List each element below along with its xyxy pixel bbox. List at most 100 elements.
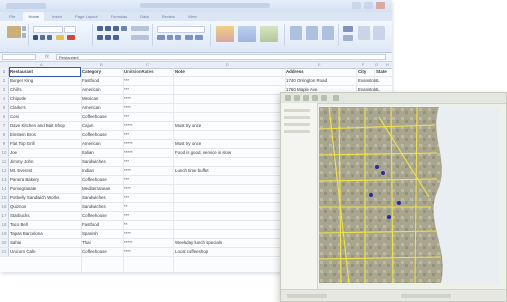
cell-note[interactable]: Weekday lunch specials bbox=[175, 239, 285, 247]
select-icon[interactable] bbox=[312, 95, 318, 101]
row-number[interactable]: 20 bbox=[0, 239, 9, 247]
cell-restaurant[interactable]: Flat Top Grill bbox=[10, 140, 80, 148]
cell-rating[interactable]: *** bbox=[124, 176, 172, 184]
fx-icon[interactable]: fx bbox=[45, 53, 49, 61]
percent-icon[interactable] bbox=[167, 35, 173, 40]
cell-category[interactable]: Mexican bbox=[82, 95, 122, 103]
cell-rating[interactable]: *** bbox=[124, 86, 172, 94]
quick-access-toolbar[interactable] bbox=[6, 3, 46, 9]
increase-decimal-icon[interactable] bbox=[185, 35, 193, 40]
map-pin[interactable] bbox=[397, 201, 401, 205]
header-cell-address[interactable]: Address bbox=[286, 68, 356, 76]
row-number[interactable]: 18 bbox=[0, 221, 9, 229]
cell-rating[interactable]: ***** bbox=[124, 149, 172, 157]
name-box[interactable] bbox=[2, 54, 36, 60]
cell-rating[interactable]: **** bbox=[124, 95, 172, 103]
cell-rating[interactable]: **** bbox=[124, 230, 172, 238]
cell-restaurant[interactable]: Sahai bbox=[10, 239, 80, 247]
cell-rating[interactable]: **** bbox=[124, 185, 172, 193]
tab-formulas[interactable]: Formulas bbox=[106, 12, 133, 21]
row-number[interactable]: 16 bbox=[0, 203, 9, 211]
cell-restaurant[interactable]: Panera Bakery bbox=[10, 176, 80, 184]
layer-item[interactable] bbox=[284, 116, 310, 119]
header-cell-note[interactable]: Note bbox=[175, 68, 285, 76]
cell-category[interactable]: Coffeehouse bbox=[82, 212, 122, 220]
bold-icon[interactable] bbox=[33, 35, 38, 40]
cell-category[interactable]: Coffeehouse bbox=[82, 176, 122, 184]
cell-category[interactable]: Mediterranean bbox=[82, 185, 122, 193]
cell-category[interactable]: Sandwiches bbox=[82, 158, 122, 166]
cell-state[interactable]: IL bbox=[376, 77, 392, 85]
tab-home[interactable]: Home bbox=[23, 12, 45, 21]
cell-restaurant[interactable]: Taco Bell bbox=[10, 221, 80, 229]
align-center-icon[interactable] bbox=[105, 35, 111, 40]
number-format-select[interactable] bbox=[157, 26, 205, 33]
cell-rating[interactable]: ** bbox=[124, 203, 172, 211]
row-number[interactable]: 8 bbox=[0, 131, 9, 139]
maximize-icon[interactable] bbox=[364, 2, 373, 9]
cell-note[interactable]: Must try once bbox=[175, 140, 285, 148]
header-cell-category[interactable]: Category bbox=[82, 68, 122, 76]
cell-rating[interactable]: *** bbox=[124, 194, 172, 202]
pan-icon[interactable] bbox=[303, 95, 309, 101]
cell-restaurant[interactable]: Starbucks bbox=[10, 212, 80, 220]
row-number[interactable]: 12 bbox=[0, 167, 9, 175]
row-number[interactable]: 1 bbox=[0, 68, 9, 76]
close-icon[interactable] bbox=[376, 2, 385, 9]
cell-rating[interactable]: ***** bbox=[124, 239, 172, 247]
cell-category[interactable]: American bbox=[82, 104, 122, 112]
layer-item[interactable] bbox=[284, 130, 310, 133]
row-number[interactable]: 3 bbox=[0, 86, 9, 94]
cell-rating[interactable]: *** bbox=[124, 131, 172, 139]
cell-restaurant[interactable]: Potbelly Sandwich Works bbox=[10, 194, 80, 202]
cell-rating[interactable]: **** bbox=[124, 167, 172, 175]
autosum-icon[interactable] bbox=[343, 26, 353, 32]
cell-restaurant[interactable]: Einstein Bros bbox=[10, 131, 80, 139]
tab-data[interactable]: Data bbox=[135, 12, 153, 21]
comma-icon[interactable] bbox=[175, 35, 181, 40]
decrease-decimal-icon[interactable] bbox=[195, 35, 203, 40]
conditional-formatting-icon[interactable] bbox=[216, 26, 234, 42]
measure-icon[interactable] bbox=[333, 95, 339, 101]
cell-rating[interactable]: **** bbox=[124, 104, 172, 112]
map-pin[interactable] bbox=[369, 193, 373, 197]
align-middle-icon[interactable] bbox=[105, 26, 111, 31]
font-color-icon[interactable] bbox=[67, 35, 75, 40]
row-number[interactable]: 14 bbox=[0, 185, 9, 193]
cell-category[interactable]: Coffeehouse bbox=[82, 248, 122, 256]
cell-category[interactable]: Sandwiches bbox=[82, 203, 122, 211]
orientation-icon[interactable] bbox=[121, 26, 127, 31]
row-number[interactable]: 11 bbox=[0, 158, 9, 166]
cell-restaurant[interactable]: Joe bbox=[10, 149, 80, 157]
cell-restaurant[interactable]: Clarke's bbox=[10, 104, 80, 112]
row-number[interactable]: 9 bbox=[0, 140, 9, 148]
row-number[interactable]: 7 bbox=[0, 122, 9, 130]
row-number[interactable]: 13 bbox=[0, 176, 9, 184]
fill-color-icon[interactable] bbox=[56, 35, 64, 40]
cell-rating[interactable]: **** bbox=[124, 248, 172, 256]
cell-rating[interactable]: *** bbox=[124, 77, 172, 85]
tab-insert[interactable]: Insert bbox=[47, 12, 67, 21]
cell-note[interactable]: Food is good, service is slow bbox=[175, 149, 285, 157]
paste-icon[interactable] bbox=[7, 26, 21, 38]
header-cell-state[interactable]: State bbox=[376, 68, 392, 76]
header-cell-rating[interactable]: UnitsionRates bbox=[124, 68, 172, 76]
font-name-select[interactable] bbox=[33, 26, 63, 33]
map-pin[interactable] bbox=[387, 215, 391, 219]
format-as-table-icon[interactable] bbox=[238, 26, 256, 42]
cell-category[interactable]: Thai bbox=[82, 239, 122, 247]
layer-item[interactable] bbox=[284, 109, 310, 112]
fill-icon[interactable] bbox=[343, 35, 353, 41]
tab-view[interactable]: View bbox=[183, 12, 202, 21]
merge-center-button[interactable] bbox=[131, 35, 149, 40]
row-number[interactable]: 10 bbox=[0, 149, 9, 157]
zoom-in-icon[interactable] bbox=[285, 95, 291, 101]
insert-cells-icon[interactable] bbox=[290, 26, 302, 40]
cell-restaurant[interactable]: Pomegranate bbox=[10, 185, 80, 193]
minimize-icon[interactable] bbox=[352, 2, 361, 9]
cell-category[interactable]: Cajun bbox=[82, 122, 122, 130]
row-number[interactable]: 19 bbox=[0, 230, 9, 238]
cell-rating[interactable]: ***** bbox=[124, 122, 172, 130]
row-number[interactable]: 5 bbox=[0, 104, 9, 112]
header-cell-restaurant[interactable]: Restaurant bbox=[9, 67, 81, 77]
